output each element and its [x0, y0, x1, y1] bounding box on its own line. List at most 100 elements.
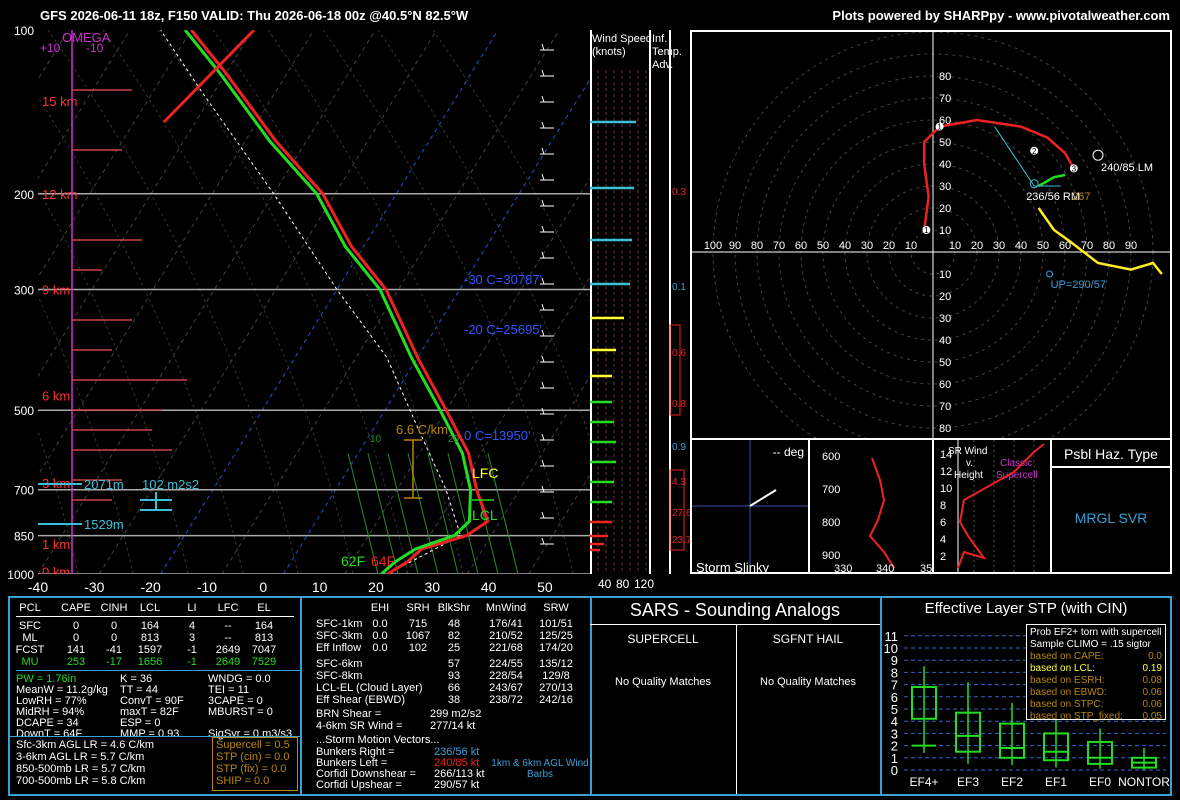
hazard-value: MRGL SVR	[1074, 510, 1148, 526]
hodo-tick: 20	[883, 240, 895, 252]
kin-cell: 242/16	[539, 694, 573, 706]
parcel-section: PCL CAPE CINH LCL LI LFC EL SFC 0 0 164 4 -- 164 ML 0 0 8…	[10, 598, 302, 794]
skewt-plot: 15 km12 km9 km6 km3 km1 km0 kmOMEGA+10 -1…	[38, 30, 590, 574]
wind-title: (knots)	[592, 46, 626, 58]
hodo-marker-label: 2	[1032, 147, 1037, 156]
hodo-trace-mid	[1037, 173, 1066, 188]
isotherm-label: 0 C=13950'	[464, 428, 530, 443]
hodo-tick: 10	[939, 269, 951, 281]
lapse-rates: Sfc-3km AGL LR = 4.6 C/km 3-6km AGL LR = …	[10, 736, 300, 797]
stp-legend-sample: Sample CLIMO = .15 sigtor	[1030, 639, 1151, 650]
adv-value: 23.7	[672, 535, 690, 546]
wind-barb-flag	[541, 303, 545, 311]
slinky-deg: -- deg	[773, 445, 804, 459]
hodo-tick: 50	[817, 240, 829, 252]
hodograph-panel: 100 90 80 70 60 50 40 30 20 10 10 20 30 40 50 60 70 80 90 8…	[690, 30, 1172, 440]
theta-tick: 900	[822, 550, 840, 562]
thermo-value: MBURST = 0	[208, 706, 273, 718]
wind-tick: 120	[634, 577, 654, 590]
lapse-rate: 850-500mb LR = 5.7 C/km	[16, 763, 146, 775]
srh-height: 2071m	[84, 477, 124, 492]
temperature-tick: -30	[84, 579, 104, 595]
wind-barb-flag	[541, 43, 545, 51]
slinky-label: Storm Slinky	[696, 560, 769, 574]
wind-barb-flag	[541, 511, 545, 519]
stp-category: NONTOR	[1118, 775, 1170, 789]
sr46-label: 4-6km SR Wind =	[316, 720, 403, 732]
stp-legend-value: 0.06	[1142, 687, 1162, 698]
kin-cell: 270/13	[539, 682, 573, 694]
parcel-cell: --	[224, 632, 232, 644]
brn-label: BRN Shear =	[316, 708, 382, 720]
temperature-tick: 30	[424, 579, 440, 595]
hodo-tick: 90	[729, 240, 741, 252]
stp-legend-label: based on EBWD:	[1030, 687, 1107, 698]
lapse-label: 6.6 C/km	[396, 422, 448, 437]
height-label: 1 km	[42, 537, 70, 552]
adv-value: 0.3	[672, 187, 686, 198]
hodo-marker-label: 3	[1072, 164, 1077, 173]
sr46-value: 277/14 kt	[430, 720, 476, 732]
dry-adiabat	[322, 30, 574, 574]
parcel-cell: 253	[66, 656, 86, 668]
up-marker	[1046, 270, 1054, 278]
lm-marker	[1092, 149, 1104, 161]
hodo-tick: 30	[993, 240, 1005, 252]
thermo-indices: PW = 1.76in MeanW = 11.2g/kg LowRH = 77% Mi…	[16, 670, 300, 740]
parcel-header: EL	[257, 602, 271, 614]
parcel-header: PCL	[19, 602, 41, 614]
theta-panel: 600 700 800 900 330 340 35	[808, 438, 934, 574]
omega-tick: -10	[86, 41, 104, 55]
parcel-cell: 7047	[251, 644, 277, 656]
height-label: 0 km	[42, 565, 70, 574]
storm-slinky-panel: -- deg Storm Slinky	[690, 438, 810, 574]
stp-category: EF4+	[909, 775, 938, 789]
up-label: UP=290/57	[1051, 279, 1106, 291]
srw-title: SR Wind	[948, 446, 987, 457]
srw-tick: 8	[940, 500, 946, 512]
hodo-tick: 80	[751, 240, 763, 252]
wind-title: Wind Speed	[592, 33, 652, 45]
kin-cell: 57	[447, 658, 461, 670]
lcl-label: LCL	[472, 507, 498, 523]
kin-header: BlkShr	[437, 602, 471, 614]
parcel-cell: 0	[72, 620, 80, 632]
srw-tick: 12	[940, 466, 952, 478]
wind-barb-flag	[541, 277, 545, 285]
pressure-tick: 500	[14, 404, 34, 418]
srw-tick: 6	[940, 517, 946, 529]
hodo-tick: 70	[939, 93, 951, 105]
wind-barb-flag	[541, 95, 545, 103]
parcel-cell: 2649	[215, 644, 241, 656]
hodo-marker-label: 1	[924, 226, 929, 235]
isotherm-line	[38, 30, 192, 279]
stp-category: EF2	[1001, 775, 1023, 789]
mixing-ratio-line	[427, 453, 459, 574]
lapse-rate: 3-6km AGL LR = 5.7 C/km	[16, 751, 145, 763]
skewt-panel: 15 km 12 km 9 km 6 km 3 km 1 km 0 km OMEGA +10 -1…	[38, 30, 590, 574]
wind-barb-flag	[541, 433, 545, 441]
parcel-header: LCL	[139, 602, 161, 614]
adv-value: 0.6	[672, 348, 686, 359]
parcel-cell: 2649	[215, 656, 241, 668]
hodo-tick: 40	[1015, 240, 1027, 252]
parcel-cell: 1597	[137, 644, 163, 656]
brn-value: 299 m2/s2	[430, 708, 482, 720]
stp-legend-value: 0.06	[1142, 699, 1162, 710]
wind-speed-panel: Wind Speed (knots) Inf. Temp. Adv. 0.3 0.1 0.6 0…	[590, 30, 692, 591]
srh-height: 1529m	[84, 517, 124, 532]
stp-legend-value: 0.19	[1142, 663, 1162, 674]
kin-cell: 25	[447, 642, 461, 654]
stp-legend-value: 0.08	[1142, 675, 1162, 686]
hodo-tick: 90	[1125, 240, 1137, 252]
parcel-header: LFC	[217, 602, 239, 614]
theta-xtick: 35	[920, 563, 932, 574]
lapse-rate: Sfc-3km AGL LR = 4.6 C/km	[16, 739, 155, 751]
adv-title: Temp.	[652, 46, 682, 58]
temperature-tick: 50	[537, 579, 553, 595]
hodo-tick: 40	[839, 240, 851, 252]
mean-wind-label: 267	[1072, 191, 1090, 203]
parcel-cell: SFC	[19, 620, 41, 632]
srw-tick: 10	[940, 483, 952, 495]
kin-cell: 174/20	[539, 642, 573, 654]
